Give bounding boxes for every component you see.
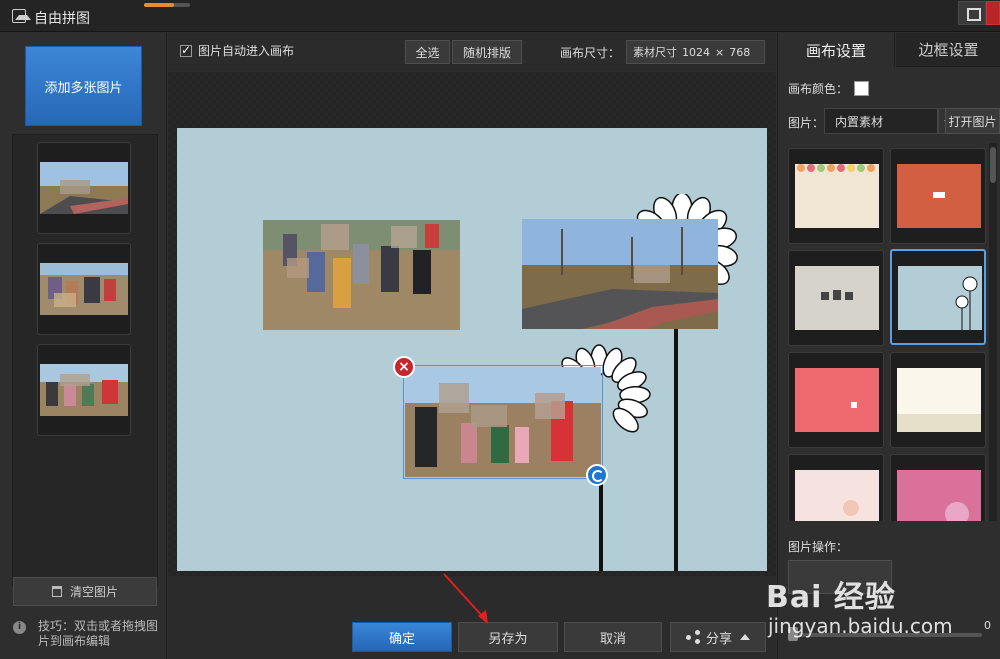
picture-source-select[interactable]: 内置素材 bbox=[824, 108, 938, 134]
canvas-color-row: 画布颜色： bbox=[788, 80, 870, 97]
share-button[interactable]: 分享 bbox=[670, 622, 766, 652]
flower-stem bbox=[599, 473, 603, 571]
canvas-width: 1024 bbox=[682, 45, 710, 59]
info-icon: i bbox=[13, 621, 26, 634]
canvas-toolbar: 图片自动进入画布 全选 随机排版 画布尺寸： 素材尺寸 1024 × 768 bbox=[168, 33, 776, 71]
right-panel: 画布设置 边框设置 画布颜色： 图片： 内置素材 打开图片 图片操作： 0 bbox=[777, 33, 1000, 659]
app-window: 自由拼图 添加多张图片 清空图片 i 技巧：双击或者拖拽图片到画布编辑 ✓ 图片… bbox=[0, 0, 1000, 659]
slider-value: 0 bbox=[984, 619, 991, 632]
loading-progress bbox=[144, 3, 190, 7]
maximize-button[interactable] bbox=[958, 1, 986, 25]
flower-stem bbox=[674, 328, 678, 571]
thumbnail-kids-group bbox=[40, 263, 128, 315]
thumbnail-item[interactable] bbox=[37, 243, 131, 335]
collage-photo-park-road[interactable] bbox=[522, 219, 718, 329]
template-red-bird-preview bbox=[795, 368, 879, 432]
template-cream-houses-preview bbox=[897, 368, 981, 432]
slider-handle[interactable] bbox=[788, 627, 798, 641]
template-blue-flowers[interactable] bbox=[890, 249, 986, 345]
tab-canvas-settings[interactable]: 画布设置 bbox=[778, 33, 895, 67]
share-label: 分享 bbox=[705, 631, 732, 647]
picture-operation-button[interactable] bbox=[788, 560, 892, 594]
delete-photo-icon[interactable]: × bbox=[393, 356, 415, 378]
canvas-size-label: 画布尺寸： bbox=[560, 46, 621, 60]
template-scrollbar[interactable] bbox=[989, 143, 997, 521]
cancel-button[interactable]: 取消 bbox=[564, 622, 662, 652]
tip-content: 技巧：双击或者拖拽图片到画布编辑 bbox=[38, 619, 159, 648]
template-blue-flowers-preview bbox=[898, 266, 982, 330]
trash-icon bbox=[51, 586, 62, 597]
random-layout-button[interactable]: 随机排版 bbox=[452, 40, 522, 64]
window-title: 自由拼图 bbox=[34, 11, 90, 27]
collage-canvas[interactable]: × bbox=[177, 128, 767, 571]
bottom-action-bar: 确定 另存为 取消 分享 bbox=[168, 576, 776, 659]
open-picture-button[interactable]: 打开图片 bbox=[945, 108, 1000, 134]
thumbnail-list[interactable] bbox=[12, 134, 158, 587]
picture-label: 图片： bbox=[788, 116, 825, 130]
scrollbar-thumb[interactable] bbox=[990, 147, 996, 183]
canvas-color-label: 画布颜色： bbox=[788, 82, 849, 96]
caret-up-icon bbox=[740, 634, 750, 640]
loading-progress-fill bbox=[144, 3, 174, 7]
add-multiple-images-button[interactable]: 添加多张图片 bbox=[25, 46, 142, 126]
rotate-photo-icon[interactable] bbox=[586, 464, 608, 486]
opacity-slider[interactable] bbox=[792, 633, 982, 637]
title-bar: 自由拼图 bbox=[0, 0, 1000, 32]
selection-frame[interactable] bbox=[403, 365, 603, 479]
canvas-height: 768 bbox=[729, 45, 751, 59]
template-orange-card[interactable] bbox=[890, 148, 986, 244]
confirm-button[interactable]: 确定 bbox=[352, 622, 452, 652]
photo-kids-playing-image bbox=[263, 220, 460, 330]
canvas-size-value: 素材尺寸 bbox=[633, 46, 677, 59]
clear-images-button[interactable]: 清空图片 bbox=[13, 577, 157, 606]
close-button[interactable] bbox=[986, 1, 1000, 25]
checkbox-checked-icon[interactable] bbox=[180, 43, 192, 57]
clear-images-label: 清空图片 bbox=[69, 585, 118, 599]
template-orange-card-preview bbox=[897, 164, 981, 228]
thumbnail-park-path bbox=[40, 162, 128, 214]
picture-operations-label: 图片操作： bbox=[788, 540, 849, 554]
template-red-bird[interactable] bbox=[788, 352, 884, 448]
template-pink-tree[interactable] bbox=[788, 454, 884, 521]
template-cream-houses[interactable] bbox=[890, 352, 986, 448]
thumbnail-item[interactable] bbox=[37, 344, 131, 436]
template-grey-sketch[interactable] bbox=[788, 250, 884, 346]
auto-enter-checkbox[interactable]: 图片自动进入画布 bbox=[180, 42, 294, 59]
template-magenta-flowers-preview bbox=[897, 470, 981, 521]
times-sign: × bbox=[715, 45, 725, 59]
thumbnail-playground bbox=[40, 364, 128, 416]
template-pink-tree-preview bbox=[795, 470, 879, 521]
template-grid bbox=[782, 143, 992, 521]
template-dots-pennant[interactable] bbox=[788, 148, 884, 244]
save-as-button[interactable]: 另存为 bbox=[458, 622, 558, 652]
canvas-color-swatch[interactable] bbox=[854, 81, 870, 96]
auto-enter-label: 图片自动进入画布 bbox=[198, 44, 295, 58]
picture-source-row: 图片： 内置素材 打开图片 bbox=[788, 108, 1000, 134]
template-magenta-flowers[interactable] bbox=[890, 454, 986, 521]
photo-park-road-image bbox=[522, 219, 718, 329]
template-dots-pennant-preview bbox=[795, 164, 879, 228]
puzzle-app-icon bbox=[12, 9, 31, 23]
share-icon bbox=[685, 630, 700, 644]
thumbnail-item[interactable] bbox=[37, 142, 131, 234]
left-panel: 添加多张图片 清空图片 i 技巧：双击或者拖拽图片到画布编辑 bbox=[0, 33, 167, 659]
template-grey-sketch-preview bbox=[795, 266, 879, 330]
collage-photo-kids-playing[interactable] bbox=[263, 220, 460, 330]
tab-border-settings[interactable]: 边框设置 bbox=[896, 33, 1000, 67]
select-all-button[interactable]: 全选 bbox=[405, 40, 450, 64]
canvas-size-select[interactable]: 素材尺寸 1024 × 768 bbox=[626, 40, 765, 64]
